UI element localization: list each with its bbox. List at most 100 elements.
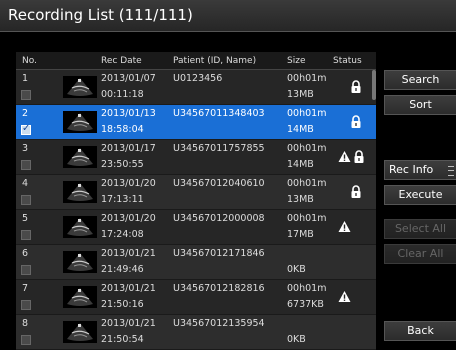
row-checkbox[interactable] (21, 160, 31, 170)
rec-duration: 00h01m (287, 178, 327, 189)
clear-all-button[interactable]: Clear All (384, 244, 456, 264)
rec-duration: 00h01m (287, 213, 327, 224)
search-button[interactable]: Search (384, 70, 456, 90)
column-header-rec-date[interactable]: Rec Date (101, 56, 142, 66)
file-size: 13MB (287, 194, 314, 205)
table-row[interactable]: 7 2013/01/21 21:50:16 U34567012182816 00h01m… (16, 280, 376, 315)
rec-time: 00:11:18 (101, 89, 144, 100)
rec-duration: 00h01m (287, 283, 327, 294)
patient-id: U34567012040610 (173, 178, 265, 189)
table-row[interactable]: 3 2013/01/17 23:50:55 U34567011757855 00h01m… (16, 140, 376, 175)
row-checkbox[interactable] (21, 123, 31, 135)
rec-time: 23:50:55 (101, 159, 144, 170)
table-row[interactable]: 2 2013/01/13 18:58:04 U34567011348403 00h01m… (16, 105, 376, 140)
rec-duration: 00h01m (287, 73, 327, 84)
patient-id: U0123456 (173, 73, 223, 84)
status-icons (350, 115, 364, 129)
file-size: 14MB (287, 124, 314, 135)
status-icons (338, 220, 353, 234)
list-scrollbar[interactable] (372, 70, 376, 100)
ultrasound-thumbnail (63, 181, 97, 203)
row-number: 7 (22, 283, 29, 294)
patient-id: U34567012182816 (173, 283, 265, 294)
file-size: 0KB (287, 334, 306, 345)
rec-date: 2013/01/21 (101, 283, 156, 294)
status-icons (350, 185, 364, 199)
rec-time: 21:49:46 (101, 264, 144, 275)
file-size: 0KB (287, 264, 306, 275)
rec-time: 21:50:16 (101, 299, 144, 310)
lock-icon (350, 185, 362, 198)
back-button[interactable]: Back (384, 321, 456, 341)
row-number: 1 (22, 73, 29, 84)
row-checkbox[interactable] (21, 230, 31, 240)
patient-id: U34567012000008 (173, 213, 265, 224)
window-title: Recording List (111/111) (8, 6, 193, 24)
row-number: 4 (22, 178, 29, 189)
title-bar: Recording List (111/111) (0, 0, 456, 32)
row-checkbox[interactable] (21, 300, 31, 310)
table-row[interactable]: 6 2013/01/21 21:49:46 U34567012171846 0KB (16, 245, 376, 280)
row-checkbox[interactable] (21, 335, 31, 345)
rec-date: 2013/01/21 (101, 248, 156, 259)
status-icons (350, 80, 364, 94)
file-size: 6737KB (287, 299, 324, 310)
table-row[interactable]: 1 2013/01/07 00:11:18 U0123456 00h01m 13MB (16, 70, 376, 105)
recording-list: No. Rec Date Patient (ID, Name) Size Sta… (16, 52, 376, 350)
file-size: 17MB (287, 229, 314, 240)
table-row[interactable]: 5 2013/01/20 17:24:08 U34567012000008 00h01m… (16, 210, 376, 245)
rec-time: 17:13:11 (101, 194, 144, 205)
rec-time: 17:24:08 (101, 229, 144, 240)
patient-id: U34567012171846 (173, 248, 265, 259)
ultrasound-thumbnail (63, 76, 97, 98)
patient-id: U34567011757855 (173, 143, 265, 154)
rec-date: 2013/01/13 (101, 108, 156, 119)
row-number: 8 (22, 318, 29, 329)
select-all-button[interactable]: Select All (384, 219, 456, 239)
rec-duration: 00h01m (287, 143, 327, 154)
row-number: 2 (22, 108, 29, 119)
column-header-no[interactable]: No. (22, 56, 37, 66)
ultrasound-thumbnail (63, 146, 97, 168)
row-number: 6 (22, 248, 29, 259)
rec-info-button[interactable]: Rec Info (384, 160, 456, 180)
lock-icon (350, 80, 362, 93)
ultrasound-thumbnail (63, 216, 97, 238)
column-header-size[interactable]: Size (287, 56, 305, 66)
rec-duration: 00h01m (287, 108, 327, 119)
row-checkbox[interactable] (21, 195, 31, 205)
execute-button[interactable]: Execute (384, 185, 456, 205)
ultrasound-thumbnail (63, 321, 97, 343)
rec-time: 21:50:54 (101, 334, 144, 345)
rec-date: 2013/01/07 (101, 73, 156, 84)
sort-button[interactable]: Sort (384, 95, 456, 115)
rec-date: 2013/01/20 (101, 178, 156, 189)
row-number: 3 (22, 143, 29, 154)
patient-id: U34567011348403 (173, 108, 265, 119)
row-number: 5 (22, 213, 29, 224)
lock-icon (350, 115, 362, 128)
menu-icon (448, 166, 454, 176)
ultrasound-thumbnail (63, 286, 97, 308)
rec-info-label: Rec Info (389, 163, 434, 176)
file-size: 14MB (287, 159, 314, 170)
ultrasound-thumbnail (63, 111, 97, 133)
row-checkbox[interactable] (21, 90, 31, 100)
file-size: 13MB (287, 89, 314, 100)
column-header-status[interactable]: Status (333, 56, 362, 66)
row-checkbox[interactable] (21, 265, 31, 275)
table-row[interactable]: 4 2013/01/20 17:13:11 U34567012040610 00h01m… (16, 175, 376, 210)
column-header-patient[interactable]: Patient (ID, Name) (173, 56, 256, 66)
lock-icon (353, 150, 365, 163)
warning-icon (338, 150, 351, 162)
rec-date: 2013/01/20 (101, 213, 156, 224)
status-icons (338, 290, 353, 304)
ultrasound-thumbnail (63, 251, 97, 273)
list-header: No. Rec Date Patient (ID, Name) Size Sta… (16, 52, 376, 70)
warning-icon (338, 290, 351, 302)
patient-id: U34567012135954 (173, 318, 265, 329)
rec-date: 2013/01/17 (101, 143, 156, 154)
rec-date: 2013/01/21 (101, 318, 156, 329)
rec-time: 18:58:04 (101, 124, 144, 135)
warning-icon (338, 220, 351, 232)
